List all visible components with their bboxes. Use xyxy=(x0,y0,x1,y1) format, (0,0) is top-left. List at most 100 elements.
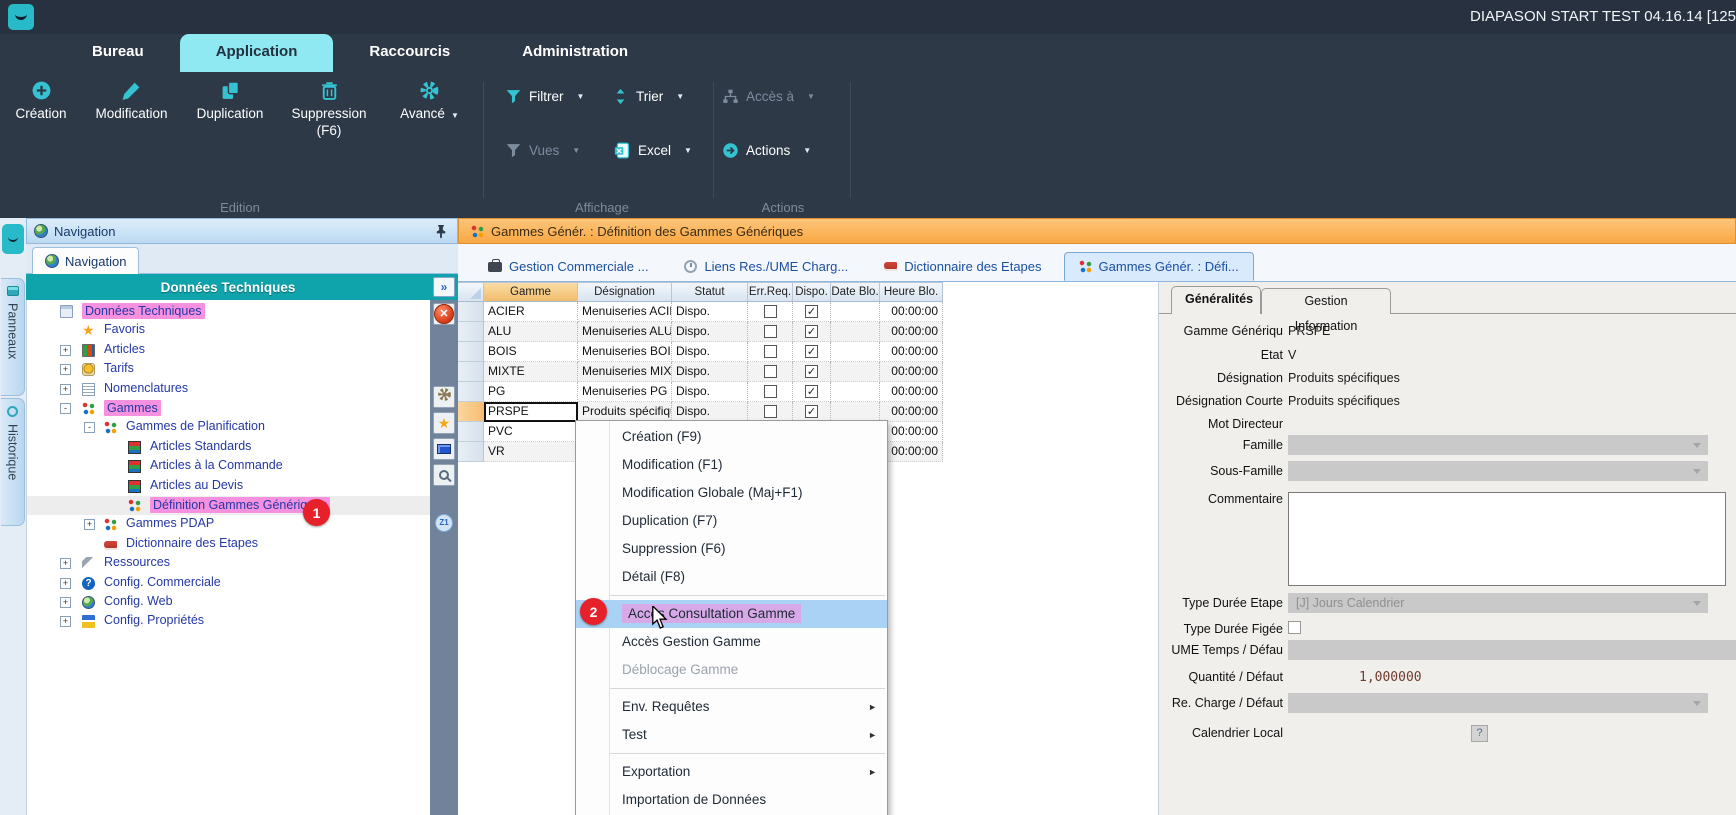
row-selector[interactable] xyxy=(458,442,484,462)
row-selector[interactable] xyxy=(458,302,484,322)
expand-plus-icon[interactable]: + xyxy=(84,519,95,530)
cell-date-blo[interactable] xyxy=(831,302,880,322)
dock-tab-panneaux[interactable]: Panneaux xyxy=(1,278,25,396)
ribbon-tab-application[interactable]: Application xyxy=(180,34,334,72)
collapse-minus-icon[interactable]: - xyxy=(60,403,71,414)
cancel-button[interactable]: ✕ xyxy=(433,303,455,325)
dock-tab-historique[interactable]: Historique xyxy=(1,398,25,526)
cell-gamme[interactable]: PG xyxy=(484,382,578,402)
row-selector[interactable] xyxy=(458,422,484,442)
cell-err-req[interactable] xyxy=(748,382,793,402)
cell-designation[interactable]: Produits spécifiques xyxy=(578,402,672,422)
tree-item-tarifs[interactable]: +Tarifs xyxy=(27,360,431,379)
field-checkbox-type-dur-e-fig-e[interactable] xyxy=(1288,621,1301,634)
row-selector[interactable] xyxy=(458,322,484,342)
column-header-statut-requ-te[interactable]: Statut Requête xyxy=(672,282,748,302)
cell-designation[interactable]: Menuiseries PG xyxy=(578,382,672,402)
cell-err-req[interactable] xyxy=(748,362,793,382)
cell-date-blo[interactable] xyxy=(831,322,880,342)
app-logo-icon[interactable] xyxy=(8,4,34,30)
document-tab-gestion-commerciale[interactable]: Gestion Commerciale ... xyxy=(474,253,662,280)
field-select-sous-famille[interactable] xyxy=(1288,461,1708,481)
checkbox-checked-icon[interactable]: ✓ xyxy=(805,405,818,418)
cell-heure-blo[interactable]: 00:00:00 xyxy=(880,342,943,362)
cell-dispo[interactable]: ✓ xyxy=(793,402,831,422)
cell-statut[interactable]: Dispo. xyxy=(672,302,748,322)
calendar-help-button[interactable]: ? xyxy=(1471,725,1488,742)
expand-plus-icon[interactable]: + xyxy=(60,616,71,627)
tree-item-d-finition-gammes-g-n-riques[interactable]: Définition Gammes Génériques xyxy=(27,496,431,515)
column-header-d-signation[interactable]: Désignation xyxy=(578,282,672,302)
cell-gamme[interactable]: BOIS xyxy=(484,342,578,362)
row-selector[interactable] xyxy=(458,362,484,382)
z1-button[interactable]: Z1 xyxy=(433,512,455,534)
menu-item-modification-globale-maj-f1[interactable]: Modification Globale (Maj+F1) xyxy=(576,479,887,507)
cell-dispo[interactable]: ✓ xyxy=(793,302,831,322)
cell-err-req[interactable] xyxy=(748,342,793,362)
screen-button[interactable] xyxy=(433,438,455,460)
tree-item-config-commerciale[interactable]: +?Config. Commerciale xyxy=(27,574,431,593)
checkbox-checked-icon[interactable]: ✓ xyxy=(805,365,818,378)
tree-item-favoris[interactable]: ★Favoris xyxy=(27,321,431,340)
ribbon-tab-administration[interactable]: Administration xyxy=(486,34,664,72)
tree-item-config-web[interactable]: +Config. Web xyxy=(27,593,431,612)
expand-plus-icon[interactable]: + xyxy=(60,384,71,395)
document-tab-liens-res-ume-charg[interactable]: Liens Res./UME Charg... xyxy=(670,253,862,280)
cell-dispo[interactable]: ✓ xyxy=(793,362,831,382)
cell-heure-blo[interactable]: 00:00:00 xyxy=(880,382,943,402)
menu-item-env-requ-tes[interactable]: Env. Requêtes► xyxy=(576,693,887,721)
cell-statut[interactable]: Dispo. xyxy=(672,382,748,402)
tab-navigation[interactable]: Navigation xyxy=(32,247,139,274)
column-header-gamme-g-n-rique[interactable]: Gamme Générique xyxy=(484,282,578,302)
tree-item-config-propri-t-s[interactable]: +Config. Propriétés xyxy=(27,612,431,631)
cell-date-blo[interactable] xyxy=(831,382,880,402)
column-header-heure-blo[interactable]: Heure Blo. xyxy=(880,282,943,302)
cell-designation[interactable]: Menuiseries MIXTE xyxy=(578,362,672,382)
checkbox-checked-icon[interactable]: ✓ xyxy=(805,385,818,398)
menu-item-suppression-f6[interactable]: Suppression (F6) xyxy=(576,535,887,563)
menu-item-acc-s-consultation-gamme[interactable]: Accès Consultation Gamme xyxy=(576,600,887,628)
cell-heure-blo[interactable]: 00:00:00 xyxy=(880,422,943,442)
checkbox-unchecked-icon[interactable] xyxy=(764,325,777,338)
field-textarea-commentaire[interactable] xyxy=(1288,492,1726,586)
document-tab-gammes-g-n-r-d-fi[interactable]: Gammes Génér. : Défi... xyxy=(1064,252,1254,281)
cell-gamme[interactable]: ACIER xyxy=(484,302,578,322)
tree-item-donn-es-techniques[interactable]: Données Techniques xyxy=(27,302,431,321)
menu-item-exportation[interactable]: Exportation► xyxy=(576,758,887,786)
detail-tab-gestion-information[interactable]: Gestion Information xyxy=(1261,288,1391,314)
column-header-dispo[interactable]: Dispo. xyxy=(793,282,831,302)
tree-item-articles-au-devis[interactable]: Articles au Devis xyxy=(27,477,431,496)
menu-item-d-tail-f8[interactable]: Détail (F8) xyxy=(576,563,887,591)
tree-item-articles[interactable]: +Articles xyxy=(27,341,431,360)
column-header-err-req[interactable]: Err.Req. xyxy=(748,282,793,302)
cell-gamme[interactable]: MIXTE xyxy=(484,362,578,382)
table-corner-cell[interactable] xyxy=(458,282,484,302)
checkbox-checked-icon[interactable]: ✓ xyxy=(805,325,818,338)
menu-item-test[interactable]: Test► xyxy=(576,721,887,749)
detail-tab-g-n-ralit-s[interactable]: Généralités xyxy=(1171,286,1261,314)
expand-plus-icon[interactable]: + xyxy=(60,345,71,356)
checkbox-unchecked-icon[interactable] xyxy=(764,305,777,318)
menu-item-modification-f1[interactable]: Modification (F1) xyxy=(576,451,887,479)
cell-date-blo[interactable] xyxy=(831,342,880,362)
cell-statut[interactable]: Dispo. xyxy=(672,322,748,342)
cell-gamme[interactable]: VR xyxy=(484,442,578,462)
menu-item-importation-de-donn-es[interactable]: Importation de Données xyxy=(576,786,887,814)
menu-item-acc-s-gestion-gamme[interactable]: Accès Gestion Gamme xyxy=(576,628,887,656)
checkbox-checked-icon[interactable]: ✓ xyxy=(805,305,818,318)
column-header-date-blo[interactable]: Date Blo. xyxy=(831,282,880,302)
ribbon-tab-raccourcis[interactable]: Raccourcis xyxy=(333,34,486,72)
checkbox-unchecked-icon[interactable] xyxy=(764,365,777,378)
menu-item-cr-ation-f9[interactable]: Création (F9) xyxy=(576,423,887,451)
cell-gamme[interactable]: PVC xyxy=(484,422,578,442)
cr-ation-button[interactable]: Création xyxy=(6,80,76,122)
row-selector[interactable] xyxy=(458,402,484,422)
tree-item-gammes-de-planification[interactable]: -Gammes de Planification xyxy=(27,418,431,437)
ribbon-tab-bureau[interactable]: Bureau xyxy=(56,34,180,72)
cell-statut[interactable]: Dispo. xyxy=(672,362,748,382)
cell-date-blo[interactable] xyxy=(831,402,880,422)
checkbox-unchecked-icon[interactable] xyxy=(764,385,777,398)
expand-plus-icon[interactable]: + xyxy=(60,558,71,569)
tree-item-articles-la-commande[interactable]: Articles à la Commande xyxy=(27,457,431,476)
field-select-famille[interactable] xyxy=(1288,435,1708,455)
